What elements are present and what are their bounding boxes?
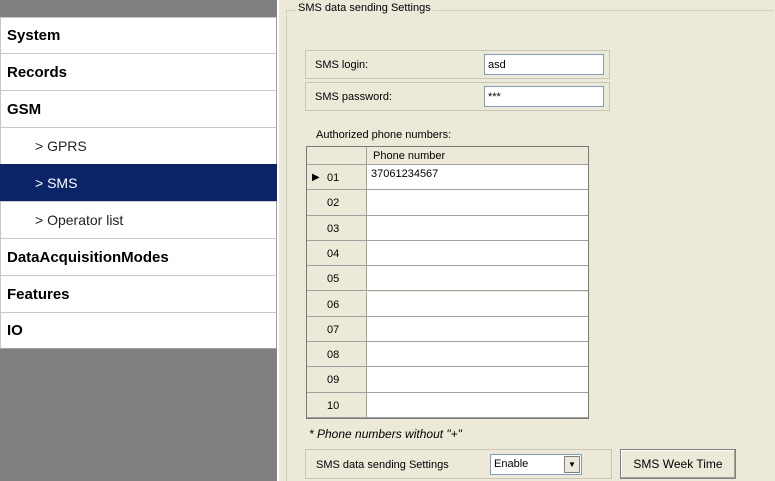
- sidebar-item-label: > SMS: [35, 175, 78, 191]
- phone-number-cell[interactable]: [367, 316, 588, 342]
- row-header[interactable]: 03: [307, 215, 367, 240]
- phone-format-note: * Phone numbers without "+": [309, 427, 462, 441]
- phone-number-grid[interactable]: Phone number ▶ 01 37061234567 02 03 04 05 06 07 0…: [306, 146, 589, 419]
- sidebar-item-io[interactable]: IO: [0, 312, 277, 349]
- sidebar-item-features[interactable]: Features: [0, 275, 277, 312]
- row-index: 02: [327, 197, 340, 210]
- authorized-numbers-label: Authorized phone numbers:: [316, 129, 452, 141]
- row-header[interactable]: 07: [307, 316, 367, 342]
- table-row[interactable]: ▶ 01 37061234567: [307, 165, 588, 191]
- row-header[interactable]: 04: [307, 240, 367, 266]
- table-row[interactable]: 08: [307, 342, 588, 368]
- table-row[interactable]: 10: [307, 392, 588, 418]
- sms-password-input[interactable]: [484, 86, 604, 107]
- sms-login-row: SMS login:: [305, 50, 610, 79]
- sidebar-item-label: > Operator list: [35, 212, 124, 228]
- sidebar-item-system[interactable]: System: [0, 17, 277, 53]
- sms-week-time-button[interactable]: SMS Week Time: [620, 449, 736, 479]
- sidebar-item-gsm[interactable]: GSM: [0, 90, 277, 127]
- row-index: 03: [327, 222, 340, 235]
- phone-number-cell[interactable]: [367, 190, 588, 215]
- phone-number-cell[interactable]: 37061234567: [367, 165, 588, 190]
- table-row[interactable]: 09: [307, 367, 588, 393]
- group-title: SMS data sending Settings: [296, 2, 433, 14]
- row-index: 06: [327, 298, 340, 311]
- table-row[interactable]: 02: [307, 190, 588, 216]
- chevron-down-icon[interactable]: ▼: [564, 456, 580, 473]
- table-row[interactable]: 07: [307, 316, 588, 343]
- row-index: 01: [327, 172, 340, 184]
- sms-sending-label: SMS data sending Settings: [316, 459, 449, 471]
- phone-number-cell[interactable]: [367, 266, 588, 291]
- phone-number-cell[interactable]: [367, 342, 588, 367]
- row-index: 04: [327, 247, 340, 260]
- phone-number-cell[interactable]: [367, 240, 588, 266]
- sidebar-item-label: > GPRS: [35, 138, 87, 154]
- row-header[interactable]: ▶ 01: [307, 165, 367, 190]
- row-index: 09: [327, 374, 340, 387]
- settings-panel: SMS data sending Settings SMS login: SMS…: [279, 0, 775, 481]
- table-row[interactable]: 03: [307, 215, 588, 241]
- sidebar-item-label: System: [7, 27, 61, 44]
- sms-sending-value: Enable: [494, 458, 529, 470]
- sidebar-item-label: DataAcquisitionModes: [7, 248, 169, 266]
- sidebar-item-gprs[interactable]: > GPRS: [0, 127, 277, 164]
- phone-number-cell[interactable]: [367, 291, 588, 316]
- row-header[interactable]: 08: [307, 342, 367, 367]
- triangle-right-icon: ▶: [312, 172, 320, 183]
- column-header-phone-number[interactable]: Phone number: [367, 147, 588, 165]
- row-header[interactable]: 05: [307, 266, 367, 291]
- sidebar-item-operator-list[interactable]: > Operator list: [0, 201, 277, 238]
- table-row[interactable]: 04: [307, 240, 588, 267]
- grid-header-corner: [307, 147, 367, 165]
- phone-number-cell[interactable]: [367, 392, 588, 417]
- sms-password-label: SMS password:: [315, 91, 393, 103]
- sidebar-item-label: Records: [7, 63, 68, 81]
- row-index: 08: [327, 349, 340, 362]
- row-header[interactable]: 02: [307, 190, 367, 215]
- phone-number-cell[interactable]: [367, 367, 588, 392]
- row-index: 05: [327, 273, 340, 286]
- sms-password-row: SMS password:: [305, 82, 610, 111]
- sidebar-item-records[interactable]: Records: [0, 53, 277, 90]
- row-header[interactable]: 10: [307, 392, 367, 417]
- row-index: 10: [327, 399, 340, 412]
- table-row[interactable]: 05: [307, 266, 588, 292]
- sms-sending-row: SMS data sending Settings Enable ▼: [305, 449, 612, 479]
- sidebar-item-label: Features: [7, 285, 70, 303]
- sms-login-label: SMS login:: [315, 59, 369, 71]
- table-row[interactable]: 06: [307, 291, 588, 317]
- grid-header: Phone number: [307, 147, 588, 165]
- sidebar-item-label: GSM: [7, 100, 42, 118]
- sidebar: System Records GSM > GPRS > SMS > Operat…: [0, 0, 277, 481]
- sidebar-item-sms[interactable]: > SMS: [0, 164, 277, 201]
- row-index: 07: [327, 323, 340, 336]
- sms-login-input[interactable]: [484, 54, 604, 75]
- sidebar-item-data-acquisition-modes[interactable]: DataAcquisitionModes: [0, 238, 277, 275]
- sidebar-item-label: IO: [7, 322, 23, 339]
- phone-number-cell[interactable]: [367, 215, 588, 240]
- row-header[interactable]: 06: [307, 291, 367, 316]
- row-header[interactable]: 09: [307, 367, 367, 392]
- sms-sending-select[interactable]: Enable ▼: [490, 454, 582, 475]
